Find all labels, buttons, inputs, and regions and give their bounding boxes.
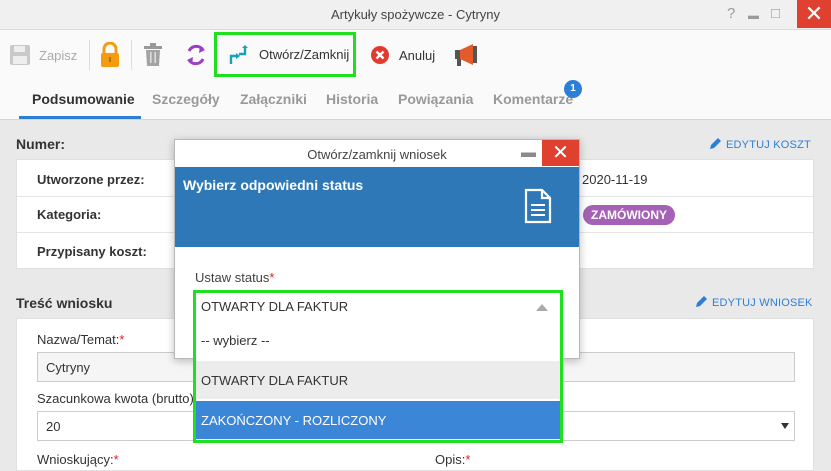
save-icon <box>10 45 30 65</box>
status-option[interactable]: OTWARTY DLA FAKTUR <box>196 361 560 399</box>
active-tab-indicator <box>19 116 141 119</box>
window-titlebar: Artykuły spożywcze - Cytryny ? ▬ □ ✕ <box>0 0 831 30</box>
open-close-icon <box>229 44 248 64</box>
trash-icon <box>144 43 162 66</box>
open-close-label: Otwórz/Zamknij <box>259 47 350 62</box>
category-label: Kategoria: <box>37 207 102 222</box>
request-heading: Treść wniosku <box>16 295 113 311</box>
lock-icon <box>101 42 119 67</box>
status-badge: ZAMÓWIONY <box>583 205 675 225</box>
dialog-minimize-icon[interactable]: ▬ <box>521 144 536 161</box>
name-label: Nazwa/Temat:* <box>37 332 125 347</box>
delete-button[interactable] <box>143 36 163 74</box>
chevron-up-icon <box>536 304 548 311</box>
applicant-label: Wnioskujący:* <box>37 452 119 467</box>
assigned-cost-label: Przypisany koszt: <box>37 244 147 259</box>
status-select[interactable]: OTWARTY DLA FAKTUR <box>196 293 560 321</box>
tab-history[interactable]: Historia <box>326 91 378 107</box>
announce-button[interactable] <box>453 36 479 74</box>
edit-cost-label: EDYTUJ KOSZT <box>726 139 811 151</box>
cancel-label: Anuluj <box>399 47 436 63</box>
description-label: Opis:* <box>435 452 471 467</box>
tab-details[interactable]: Szczegóły <box>152 91 220 107</box>
created-date-value: 2020-11-19 <box>582 172 648 187</box>
dialog-header: Wybierz odpowiedni status <box>175 167 579 247</box>
toolbar: Zapisz Otwórz/Zamknij Anuluj <box>0 30 831 80</box>
edit-request-label: EDYTUJ WNIOSEK <box>712 297 813 309</box>
status-option[interactable]: -- wybierz -- <box>196 321 560 359</box>
refresh-button[interactable] <box>185 36 207 74</box>
cancel-icon <box>371 46 389 64</box>
tab-relations[interactable]: Powiązania <box>398 91 473 107</box>
save-button[interactable]: Zapisz <box>9 36 77 74</box>
tab-bar: Podsumowanie Szczegóły Załączniki Histor… <box>0 80 831 120</box>
minimize-icon[interactable]: ▬ <box>748 6 759 26</box>
amount-label: Szacunkowa kwota (brutto) <box>37 391 194 406</box>
open-close-button[interactable]: Otwórz/Zamknij <box>214 32 356 77</box>
chevron-down-icon <box>781 423 789 429</box>
comments-count-badge: 1 <box>564 80 582 98</box>
pencil-icon <box>710 138 721 149</box>
number-heading: Numer: <box>16 136 66 152</box>
toolbar-divider <box>89 40 90 70</box>
cancel-button[interactable]: Anuluj <box>370 36 435 74</box>
pencil-icon <box>696 296 707 307</box>
close-window-button[interactable]: ✕ <box>797 0 831 28</box>
status-label: Ustaw status* <box>195 270 275 285</box>
help-icon[interactable]: ? <box>727 4 735 24</box>
refresh-icon <box>187 44 205 66</box>
status-option[interactable]: ZAKOŃCZONY - ROZLICZONY <box>196 401 560 439</box>
dialog-heading: Wybierz odpowiedni status <box>183 177 364 193</box>
tab-summary[interactable]: Podsumowanie <box>32 91 135 107</box>
save-label: Zapisz <box>39 47 78 63</box>
edit-cost-link[interactable]: EDYTUJ KOSZT <box>709 137 811 151</box>
megaphone-icon <box>455 44 477 66</box>
window-title: Artykuły spożywcze - Cytryny <box>330 7 501 22</box>
created-by-label: Utworzone przez: <box>37 172 145 187</box>
status-dropdown[interactable]: OTWARTY DLA FAKTUR -- wybierz -- OTWARTY… <box>193 290 563 443</box>
dialog-title: Otwórz/zamknij wniosek <box>307 147 447 162</box>
toolbar-divider <box>131 40 132 70</box>
maximize-icon[interactable]: □ <box>771 4 780 24</box>
lock-button[interactable] <box>99 36 121 74</box>
dialog-close-button[interactable]: ✕ <box>542 140 579 166</box>
tab-comments[interactable]: Komentarze <box>493 91 573 107</box>
tab-attachments[interactable]: Załączniki <box>240 91 307 107</box>
document-icon <box>524 188 552 224</box>
dialog-titlebar: Otwórz/zamknij wniosek ▬ ✕ <box>175 140 579 167</box>
edit-request-link[interactable]: EDYTUJ WNIOSEK <box>695 295 813 309</box>
